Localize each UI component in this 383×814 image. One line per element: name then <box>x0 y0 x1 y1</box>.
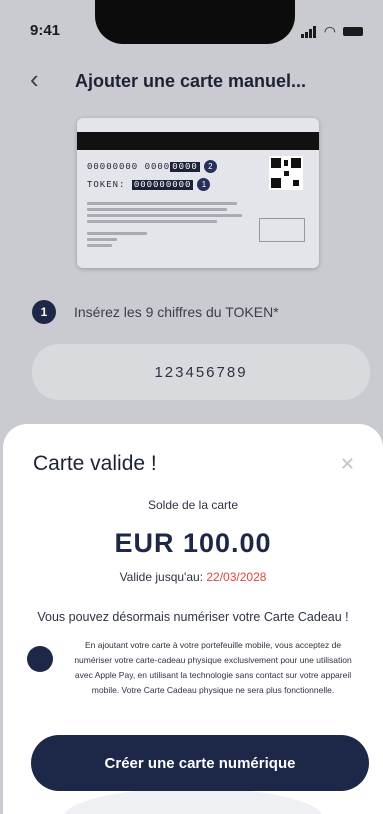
step-number-badge: 1 <box>32 300 56 324</box>
create-digital-card-button[interactable]: Créer une carte numérique <box>31 735 369 791</box>
status-bar: 9:41 ◠ <box>0 0 383 52</box>
balance-amount: EUR 100.00 <box>114 528 272 558</box>
fine-print-line <box>87 220 217 223</box>
digitize-message: Vous pouvez désormais numériser votre Ca… <box>37 610 349 624</box>
card-number-highlight: 0000 <box>170 161 200 172</box>
valid-until-date: 22/03/2028 <box>206 570 267 584</box>
magnetic-strip <box>77 132 319 150</box>
valid-until-label: Valide jusqu'au: <box>119 570 204 584</box>
sheet-title: Carte valide ! <box>33 452 157 475</box>
qr-code-icon <box>269 156 303 190</box>
fine-print-line <box>87 202 237 205</box>
fine-print-line <box>87 208 227 211</box>
wifi-icon: ◠ <box>323 23 336 39</box>
validation-bottom-sheet: Carte valide ! ✕ Solde de la carte EUR 1… <box>3 424 383 814</box>
decorative-swoosh <box>63 788 323 814</box>
status-time: 9:41 <box>30 22 61 39</box>
device-notch <box>95 0 295 44</box>
nav-bar: ‹ Ajouter une carte manuel... <box>0 64 383 104</box>
phone-screen: 9:41 ◠ ‹ Ajouter une carte manuel... 000… <box>0 0 383 814</box>
fine-print-line <box>87 238 117 241</box>
token-badge: 1 <box>197 178 211 191</box>
balance-label: Solde de la carte <box>147 498 239 512</box>
valid-until: Valide jusqu'au: 22/03/2028 <box>3 570 383 584</box>
gift-card-back-illustration: 00000000 0000 0000 2 TOKEN: 000000000 1 <box>77 118 319 268</box>
chevron-left-icon[interactable]: ‹ <box>30 64 39 95</box>
token-input[interactable] <box>32 344 370 400</box>
step-instruction: 1 Insérez les 9 chiffres du TOKEN* <box>32 300 372 326</box>
card-number-line: 00000000 0000 0000 2 <box>87 160 217 173</box>
page-title: Ajouter une carte manuel... <box>75 71 307 91</box>
token-highlight: 000000000 <box>131 179 194 190</box>
close-icon[interactable]: ✕ <box>340 454 355 475</box>
consent-disclaimer: En ajoutant votre carte à votre portefeu… <box>74 640 352 695</box>
token-line: TOKEN: 000000000 1 <box>87 178 211 191</box>
signature-box <box>259 218 305 242</box>
token-label: TOKEN: <box>87 179 126 190</box>
fine-print-line <box>87 244 112 247</box>
card-number-prefix: 00000000 0000 <box>87 161 171 172</box>
battery-icon <box>343 27 363 36</box>
fine-print-line <box>87 232 147 235</box>
step-text: Insérez les 9 chiffres du TOKEN* <box>74 304 279 320</box>
card-number-badge: 2 <box>203 160 217 173</box>
consent-radio[interactable] <box>27 646 53 672</box>
cellular-signal-icon <box>301 26 317 38</box>
fine-print-line <box>87 214 242 217</box>
